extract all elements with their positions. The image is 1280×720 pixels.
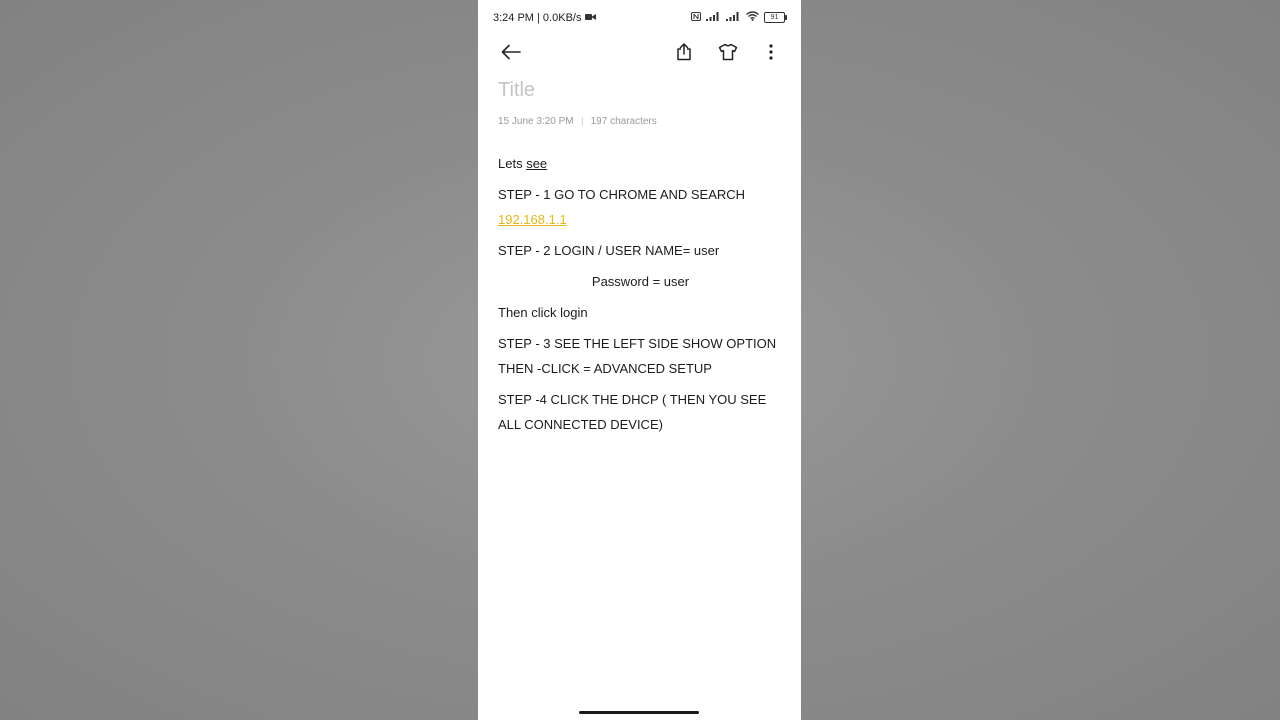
note-line: Then click login xyxy=(498,305,588,320)
note-char-count: 197 characters xyxy=(590,116,657,127)
note-date: 15 June 3:20 PM xyxy=(498,116,574,127)
note-title-input[interactable] xyxy=(498,79,778,102)
note-toolbar xyxy=(478,36,801,66)
note-body[interactable]: Lets see STEP - 1 GO TO CHROME AND SEARC… xyxy=(498,151,783,443)
note-text: STEP - 1 GO TO CHROME AND SEARCH xyxy=(498,187,746,202)
status-time-speed: 3:24 PM | 0.0KB/s xyxy=(493,12,582,24)
note-text: Lets xyxy=(498,156,527,171)
note-meta: 15 June 3:20 PM 197 characters xyxy=(498,116,657,127)
wifi-icon xyxy=(746,11,759,24)
note-line: STEP - 2 LOGIN / USER NAME= user xyxy=(498,243,720,258)
note-underlined-word: see xyxy=(526,156,548,171)
back-arrow-icon[interactable] xyxy=(498,39,524,65)
signal-icon-secondary xyxy=(726,11,741,24)
share-icon[interactable] xyxy=(671,39,697,65)
note-line: STEP - 1 GO TO CHROME AND SEARCH 192.168… xyxy=(498,182,783,232)
meta-divider xyxy=(581,117,583,126)
status-left: 3:24 PM | 0.0KB/s xyxy=(493,12,597,24)
video-record-icon xyxy=(585,12,597,24)
theme-shirt-icon[interactable] xyxy=(715,39,741,65)
note-line: Lets see xyxy=(498,151,783,176)
home-indicator[interactable] xyxy=(579,711,699,714)
battery-icon: 91 xyxy=(764,12,787,23)
signal-icon xyxy=(706,11,721,24)
note-line: STEP -4 CLICK THE DHCP ( THEN YOU SEE AL… xyxy=(498,392,767,432)
more-vertical-icon[interactable] xyxy=(758,39,784,65)
note-line: STEP - 3 SEE THE LEFT SIDE SHOW OPTION T… xyxy=(498,336,777,376)
status-right: 91 xyxy=(691,11,787,24)
phone-screen: 3:24 PM | 0.0KB/s 91 Title 15 June 3:20 … xyxy=(478,0,801,720)
status-bar: 3:24 PM | 0.0KB/s 91 xyxy=(478,0,801,36)
note-line: Password = user xyxy=(591,274,690,289)
ip-address-link[interactable]: 192.168.1.1 xyxy=(498,212,567,227)
nfc-icon xyxy=(691,11,701,24)
